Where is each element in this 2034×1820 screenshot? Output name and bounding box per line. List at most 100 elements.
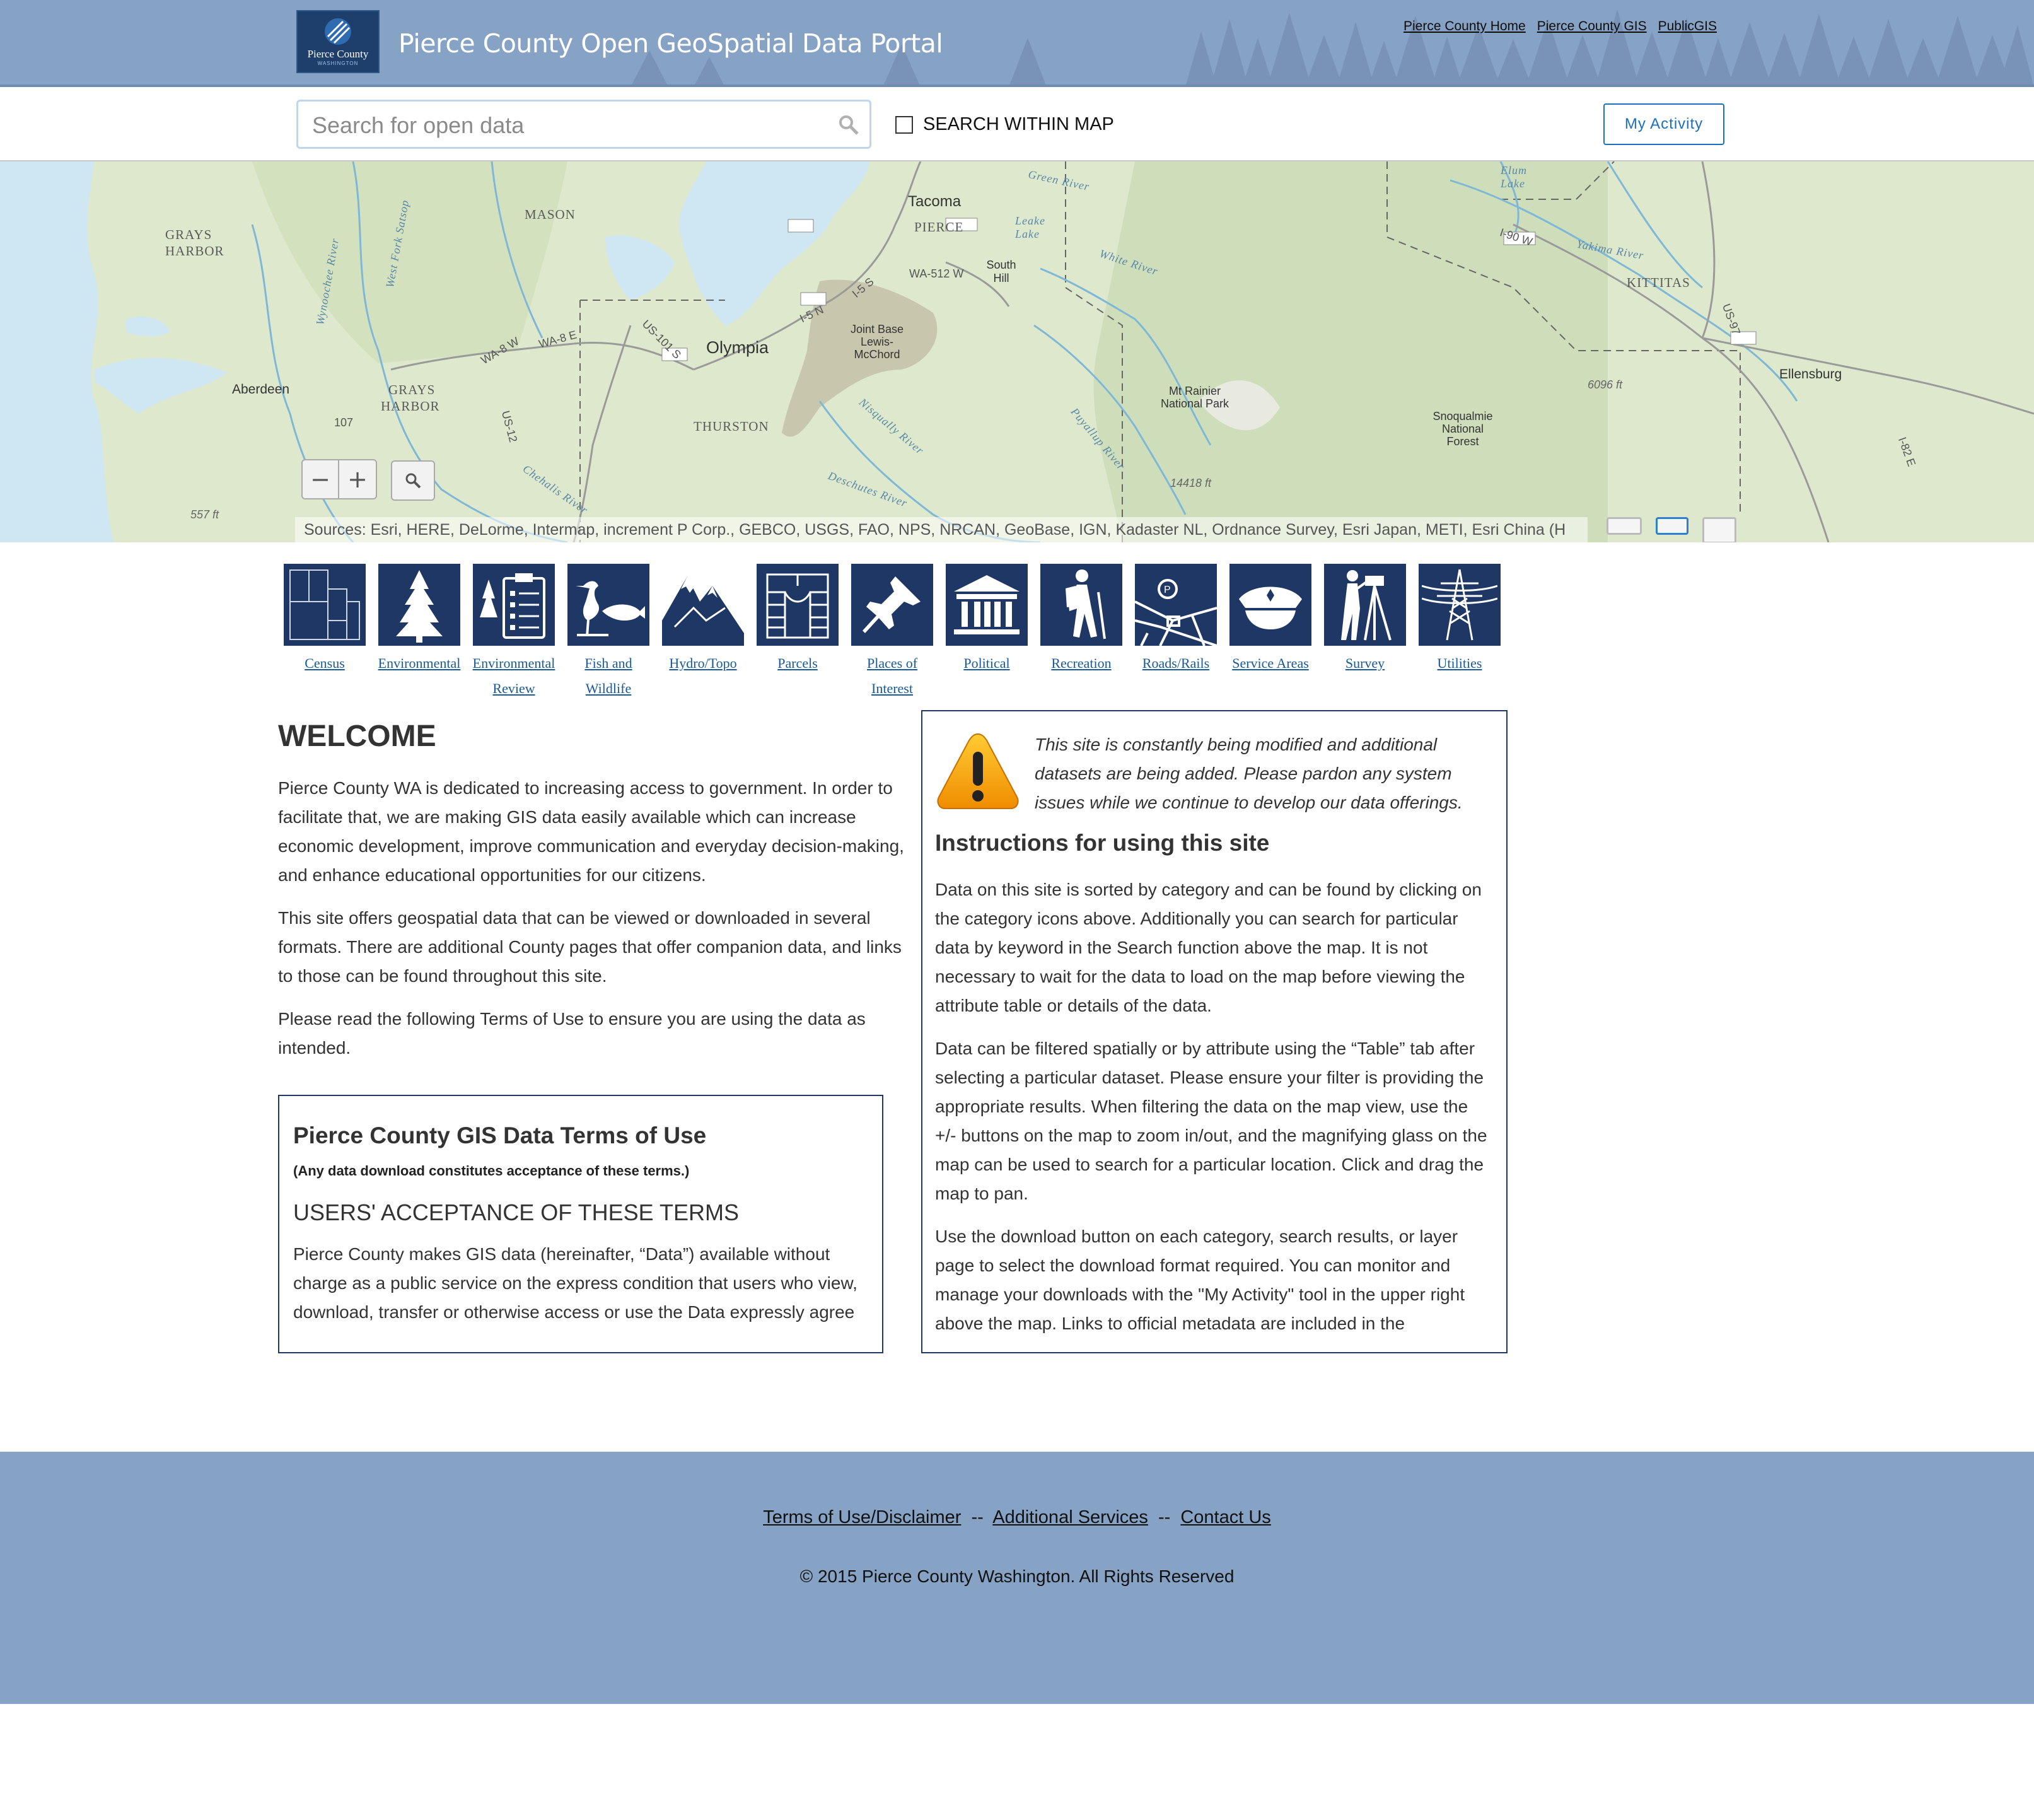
instructions-box[interactable]: This site is constantly being modified a… bbox=[921, 710, 1508, 1353]
map-label-mt-rainier: Mt Rainier National Park bbox=[1160, 385, 1229, 410]
zoom-in-button[interactable]: + bbox=[339, 459, 377, 499]
power-tower-icon bbox=[1419, 564, 1501, 646]
category-fish-and-wildlife[interactable]: Fish and Wildlife bbox=[567, 564, 649, 701]
link-publicgis[interactable]: PublicGIS bbox=[1658, 19, 1717, 34]
map-label-pierce: PIERCE bbox=[914, 219, 964, 235]
footer-separator-2: -- bbox=[1158, 1507, 1171, 1527]
pierce-county-logo[interactable]: Pierce County WASHINGTON bbox=[296, 10, 380, 73]
map-label-route107: 107 bbox=[334, 416, 354, 429]
footer-contact-link[interactable]: Contact Us bbox=[1180, 1507, 1270, 1527]
category-service-areas-label: Service Areas bbox=[1232, 655, 1309, 671]
map-label-elev-14418: 14418 ft bbox=[1170, 477, 1212, 489]
warning-icon bbox=[937, 733, 1019, 809]
top-links: Pierce County Home Pierce County GIS Pub… bbox=[1403, 19, 1717, 34]
link-pierce-county-gis[interactable]: Pierce County GIS bbox=[1537, 19, 1647, 34]
instructions-paragraph-1: Data on this site is sorted by category … bbox=[935, 880, 1482, 1015]
category-political[interactable]: Political bbox=[946, 564, 1028, 701]
category-hydro-topo[interactable]: Hydro/Topo bbox=[662, 564, 744, 701]
map-label-ellensburg: Ellensburg bbox=[1779, 367, 1842, 382]
category-utilities[interactable]: Utilities bbox=[1419, 564, 1501, 701]
map-label-lake-leake: Leake Lake bbox=[1015, 214, 1045, 240]
my-activity-button[interactable]: My Activity bbox=[1603, 103, 1724, 145]
map-view[interactable]: GRAYS HARBOR MASON Tacoma PIERCE Green R… bbox=[0, 161, 2034, 542]
terms-body: Pierce County makes GIS data (hereinafte… bbox=[293, 1244, 857, 1322]
category-political-label: Political bbox=[963, 655, 1010, 671]
category-fish-and-wildlife-label: Fish and Wildlife bbox=[584, 655, 632, 696]
map-label-mason: MASON bbox=[525, 207, 576, 222]
map-label-grays-harbor-4: HARBOR bbox=[381, 399, 440, 414]
search-bar: SEARCH WITHIN MAP My Activity bbox=[0, 87, 2034, 161]
map-label-south-hill: South Hill bbox=[986, 259, 1016, 284]
basemap-toggle-1[interactable] bbox=[1607, 517, 1642, 535]
map-label-grays-harbor: GRAYS bbox=[165, 227, 212, 242]
pushpin-icon bbox=[851, 564, 933, 646]
category-places-of-interest-label: Places of Interest bbox=[866, 655, 918, 696]
category-roads-rails[interactable]: P Roads/Rails bbox=[1135, 564, 1217, 701]
map-label-grays-harbor-2: HARBOR bbox=[165, 243, 224, 259]
warning-notice: This site is constantly being modified a… bbox=[935, 730, 1494, 817]
footer-additional-services-link[interactable]: Additional Services bbox=[992, 1507, 1148, 1527]
search-within-map: SEARCH WITHIN MAP bbox=[895, 114, 1114, 135]
link-pierce-county-home[interactable]: Pierce County Home bbox=[1403, 19, 1526, 34]
zoom-out-button[interactable]: − bbox=[301, 459, 339, 499]
instructions-paragraph-2: Data can be filtered spatially or by att… bbox=[935, 1039, 1487, 1203]
category-environmental-label: Environmental bbox=[378, 655, 461, 671]
category-recreation-label: Recreation bbox=[1051, 655, 1112, 671]
welcome-title: WELCOME bbox=[278, 720, 436, 753]
site-title: Pierce County Open GeoSpatial Data Porta… bbox=[398, 28, 943, 59]
basemap-toggle-2[interactable] bbox=[1656, 517, 1688, 535]
search-within-map-checkbox[interactable] bbox=[895, 115, 913, 134]
terms-heading: USERS' ACCEPTANCE OF THESE TERMS bbox=[293, 1199, 740, 1225]
footer-terms-link[interactable]: Terms of Use/Disclaimer bbox=[763, 1507, 961, 1527]
category-environmental-review[interactable]: Environmental Review bbox=[473, 564, 555, 701]
category-environmental-review-label: Environmental Review bbox=[472, 655, 555, 696]
basemap-toggle-3[interactable] bbox=[1702, 517, 1736, 542]
roads-icon: P bbox=[1135, 564, 1217, 646]
category-hydro-topo-label: Hydro/Topo bbox=[669, 655, 737, 671]
map-label-olympia: Olympia bbox=[706, 338, 769, 357]
category-census[interactable]: Census bbox=[284, 564, 366, 701]
search-box bbox=[296, 100, 871, 149]
category-parcels[interactable]: Parcels bbox=[757, 564, 839, 701]
category-environmental[interactable]: Environmental bbox=[378, 564, 460, 701]
map-label-elev-6096: 6096 ft bbox=[1588, 378, 1623, 391]
search-input[interactable] bbox=[312, 113, 817, 138]
tree-icon bbox=[378, 564, 460, 646]
copyright: © 2015 Pierce County Washington. All Rig… bbox=[799, 1566, 1235, 1586]
capitol-icon bbox=[946, 564, 1028, 646]
logo-mark-icon bbox=[325, 18, 351, 45]
category-places-of-interest[interactable]: Places of Interest bbox=[851, 564, 933, 701]
parcels-icon bbox=[757, 564, 839, 646]
map-label-tacoma: Tacoma bbox=[908, 193, 962, 210]
welcome-section: WELCOME Pierce County WA is dedicated to… bbox=[278, 719, 912, 1076]
category-parcels-label: Parcels bbox=[777, 655, 818, 671]
instructions-paragraph-3: Use the download button on each category… bbox=[935, 1227, 1465, 1333]
category-survey[interactable]: Survey bbox=[1324, 564, 1406, 701]
search-within-map-label: SEARCH WITHIN MAP bbox=[923, 114, 1114, 134]
category-recreation[interactable]: Recreation bbox=[1040, 564, 1122, 701]
footer-separator: -- bbox=[971, 1507, 984, 1527]
category-utilities-label: Utilities bbox=[1437, 655, 1482, 671]
map-location-search-button[interactable] bbox=[391, 460, 435, 501]
terms-title: Pierce County GIS Data Terms of Use bbox=[293, 1123, 707, 1148]
svg-text:P: P bbox=[1164, 585, 1171, 595]
site-header: Pierce County WASHINGTON Pierce County O… bbox=[0, 0, 2034, 87]
map-label-wa512: WA-512 W bbox=[909, 267, 964, 280]
map-label-grays-harbor-3: GRAYS bbox=[388, 382, 436, 397]
logo-name: Pierce County bbox=[307, 47, 369, 60]
map-label-jblm: Joint Base Lewis-McChord bbox=[850, 323, 904, 361]
welcome-paragraph-1: Pierce County WA is dedicated to increas… bbox=[278, 778, 904, 885]
hiker-icon bbox=[1040, 564, 1122, 646]
map-label-aberdeen: Aberdeen bbox=[232, 382, 290, 397]
instructions-title: Instructions for using this site bbox=[935, 830, 1270, 856]
census-map-icon bbox=[284, 564, 366, 646]
mountain-icon bbox=[662, 564, 744, 646]
terms-of-use-box[interactable]: Pierce County GIS Data Terms of Use (Any… bbox=[278, 1095, 883, 1353]
map-label-thurston: THURSTON bbox=[694, 419, 769, 434]
category-service-areas[interactable]: Service Areas bbox=[1229, 564, 1311, 701]
footer-links: Terms of Use/Disclaimer -- Additional Se… bbox=[0, 1507, 2034, 1528]
logo-sub: WASHINGTON bbox=[317, 60, 359, 66]
zoom-control: − + bbox=[301, 459, 377, 499]
terms-subtitle: (Any data download constitutes acceptanc… bbox=[293, 1163, 690, 1179]
search-icon[interactable] bbox=[838, 114, 859, 136]
